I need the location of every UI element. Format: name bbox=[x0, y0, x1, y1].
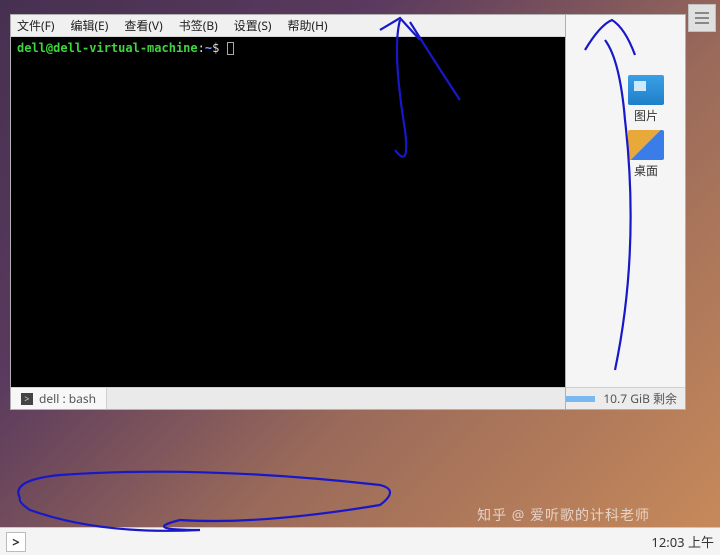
terminal-menubar: 文件(F) 编辑(E) 查看(V) 书签(B) 设置(S) 帮助(H) bbox=[11, 15, 565, 37]
prompt-user-host: dell@dell-virtual-machine bbox=[17, 41, 198, 55]
terminal-viewport[interactable]: dell@dell-virtual-machine:~$ bbox=[11, 37, 565, 387]
prompt-icon: > bbox=[21, 393, 33, 405]
fm-icon-area: 图片 桌面 bbox=[615, 75, 677, 179]
prompt-colon: : bbox=[198, 41, 205, 55]
terminal-tab-bar: > dell : bash bbox=[11, 387, 565, 409]
terminal-tab[interactable]: > dell : bash bbox=[11, 388, 107, 409]
desktop-folder-icon bbox=[628, 130, 664, 160]
menu-bookmarks[interactable]: 书签(B) bbox=[179, 17, 218, 34]
fm-item-label: 桌面 bbox=[628, 162, 664, 179]
clock[interactable]: 12:03 上午 bbox=[651, 532, 714, 551]
hamburger-menu-button[interactable] bbox=[688, 4, 716, 32]
fm-item-pictures[interactable]: 图片 bbox=[628, 75, 664, 124]
fm-item-desktop[interactable]: 桌面 bbox=[628, 130, 664, 179]
menu-edit[interactable]: 编辑(E) bbox=[70, 17, 108, 34]
app-launcher-button[interactable]: > bbox=[6, 532, 26, 552]
prompt-path: ~ bbox=[205, 41, 212, 55]
fm-free-space: 10.7 GiB 剩余 bbox=[603, 390, 677, 407]
terminal-window: 文件(F) 编辑(E) 查看(V) 书签(B) 设置(S) 帮助(H) dell… bbox=[10, 14, 566, 410]
terminal-cursor bbox=[227, 42, 234, 55]
pictures-folder-icon bbox=[628, 75, 664, 105]
menu-settings[interactable]: 设置(S) bbox=[234, 17, 272, 34]
menu-help[interactable]: 帮助(H) bbox=[288, 17, 328, 34]
taskbar: > 12:03 上午 bbox=[0, 527, 720, 555]
fm-item-label: 图片 bbox=[628, 107, 664, 124]
desktop-root: 图片 桌面 8 文件夹 10.7 GiB 剩余 文件(F) 编辑(E) 查看(V… bbox=[0, 0, 720, 555]
terminal-tab-label: dell : bash bbox=[39, 390, 96, 407]
prompt-suffix: $ bbox=[212, 41, 226, 55]
menu-view[interactable]: 查看(V) bbox=[124, 17, 162, 34]
watermark-text: 知乎 @ 爱听歌的计科老师 bbox=[477, 505, 650, 525]
menu-file[interactable]: 文件(F) bbox=[17, 17, 54, 34]
